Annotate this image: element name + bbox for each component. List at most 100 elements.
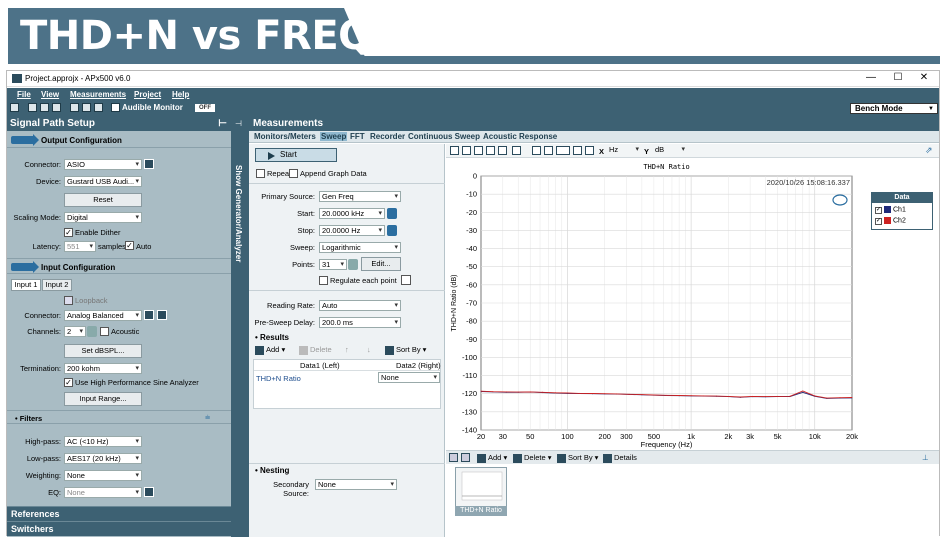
start-button[interactable]: Start — [255, 148, 337, 162]
menu-help[interactable]: Help — [172, 90, 189, 99]
termination-select[interactable]: 200 kohm — [64, 363, 142, 374]
graph-delete-button[interactable]: Delete ▾ — [513, 453, 552, 463]
input-connector-select[interactable]: Analog Balanced — [64, 310, 142, 321]
regulate-checkbox[interactable] — [319, 276, 328, 285]
tab-acoustic-response[interactable]: Acoustic Response — [482, 132, 558, 141]
weighting-select[interactable]: None — [64, 470, 142, 481]
filters-header[interactable]: • Filters ⩧ — [7, 410, 231, 424]
regulate-settings-icon[interactable] — [401, 275, 411, 285]
new-project-icon[interactable] — [10, 103, 19, 112]
close-button[interactable]: ✕ — [913, 72, 935, 85]
primary-source-select[interactable]: Gen Freq — [319, 191, 401, 202]
graph-add-button[interactable]: Add ▾ — [477, 453, 507, 463]
move-up-icon[interactable]: ↑ — [345, 345, 349, 354]
latency-field[interactable]: 551 — [64, 241, 96, 252]
presweep-select[interactable]: 200.0 ms — [319, 317, 401, 328]
reading-rate-select[interactable]: Auto — [319, 300, 401, 311]
graph-zoom-icon[interactable] — [474, 146, 483, 155]
menu-project[interactable]: Project — [134, 90, 161, 99]
settings-icon[interactable] — [52, 103, 61, 112]
graph-sort-button[interactable]: Sort By ▾ — [557, 453, 598, 463]
tab-sweep[interactable]: Sweep — [320, 132, 348, 141]
loopback-checkbox[interactable] — [64, 296, 73, 305]
filter-icon[interactable]: ⩧ — [205, 412, 210, 423]
result-row-data2-select[interactable]: None — [378, 372, 440, 383]
graph-dropdown-icon[interactable] — [556, 146, 570, 155]
sequence-icon[interactable] — [94, 103, 103, 112]
points-field[interactable]: 31 — [319, 259, 347, 270]
tab-monitors-meters[interactable]: Monitors/Meters — [253, 132, 317, 141]
open-project-icon[interactable] — [28, 103, 37, 112]
start-freq-field[interactable]: 20.0000 kHz — [319, 208, 385, 219]
eq-settings-icon[interactable] — [144, 487, 154, 497]
repeat-checkbox[interactable] — [256, 169, 265, 178]
nav-prev-icon[interactable] — [461, 453, 470, 462]
maximize-button[interactable]: ☐ — [887, 72, 909, 85]
input-range-button[interactable]: Input Range... — [64, 392, 142, 406]
graph-thumbnail[interactable] — [455, 467, 507, 507]
edit-points-button[interactable]: Edit... — [361, 257, 401, 271]
graph-fit-icon[interactable] — [498, 146, 507, 155]
scaling-mode-select[interactable]: Digital — [64, 212, 142, 223]
eq-select[interactable]: None — [64, 487, 142, 498]
results-delete-button[interactable]: Delete — [299, 345, 332, 355]
graph-image-icon[interactable] — [573, 146, 582, 155]
input-settings-icon[interactable] — [144, 310, 154, 320]
graph-layout-icon[interactable] — [544, 146, 553, 155]
sweep-type-select[interactable]: Logarithmic — [319, 242, 401, 253]
tab-continuous-sweep[interactable]: Continuous Sweep — [407, 132, 481, 141]
tab-input-2[interactable]: Input 2 — [42, 279, 72, 291]
hp-sine-checkbox[interactable]: ✓ — [64, 378, 73, 387]
x-unit-select[interactable]: Hz — [607, 145, 641, 156]
channels-stepper[interactable] — [87, 326, 97, 337]
set-dbspl-button[interactable]: Set dBSPL... — [64, 344, 142, 358]
pin-icon[interactable]: ⊣ — [235, 119, 242, 128]
graph-cursor-icon[interactable] — [512, 146, 521, 155]
graph-table-icon[interactable] — [532, 146, 541, 155]
save-project-icon[interactable] — [40, 103, 49, 112]
enable-dither-checkbox[interactable]: ✓ — [64, 228, 73, 237]
reset-button[interactable]: Reset — [64, 193, 142, 207]
stop-freq-field[interactable]: 20.0000 Hz — [319, 225, 385, 236]
legend[interactable]: Data ✓ Ch1 ✓ Ch2 — [871, 192, 933, 230]
points-stepper[interactable] — [348, 259, 358, 270]
graph-icon[interactable] — [82, 103, 91, 112]
start-freq-stepper[interactable] — [387, 208, 397, 219]
results-add-button[interactable]: Add ▾ — [255, 345, 285, 355]
graph-details-button[interactable]: Details — [603, 453, 637, 463]
move-down-icon[interactable]: ↓ — [367, 345, 371, 354]
y-unit-select[interactable]: dB — [653, 145, 687, 156]
secondary-source-select[interactable]: None — [315, 479, 397, 490]
highpass-select[interactable]: AC (<10 Hz) — [64, 436, 142, 447]
graph-pin-icon[interactable]: ⊥ — [922, 453, 929, 462]
acoustic-checkbox[interactable] — [100, 327, 109, 336]
legend-item-ch2[interactable]: ✓ Ch2 — [875, 217, 906, 226]
graph-copy-icon[interactable] — [462, 146, 471, 155]
references-header[interactable]: References — [7, 506, 231, 521]
output-config-header[interactable]: Output Configuration — [7, 132, 231, 148]
tab-fft[interactable]: FFT — [349, 132, 366, 141]
thd-plot[interactable]: 0 -10 -20 -30 -40 -50 -60 -70 -80 -90 -100 -110 -120… — [446, 158, 939, 450]
graph-pan-icon[interactable] — [486, 146, 495, 155]
stop-freq-stepper[interactable] — [387, 225, 397, 236]
result-row-name[interactable]: THD+N Ratio — [256, 374, 301, 383]
connector-settings-icon[interactable] — [144, 159, 154, 169]
report-icon[interactable] — [70, 103, 79, 112]
output-connector-select[interactable]: ASIO — [64, 159, 142, 170]
input-config-header[interactable]: Input Configuration — [7, 258, 231, 274]
plot-area[interactable]: 0 -10 -20 -30 -40 -50 -60 -70 -80 -90 -100 -110 -120… — [446, 158, 939, 450]
tab-recorder[interactable]: Recorder — [369, 132, 406, 141]
audible-monitor-toggle[interactable]: OFF — [195, 104, 215, 112]
lowpass-select[interactable]: AES17 (20 kHz) — [64, 453, 142, 464]
generator-analyzer-strip[interactable]: ⊣ Show Generator/Analyzer — [231, 115, 249, 537]
tab-input-1[interactable]: Input 1 — [11, 279, 41, 291]
results-sort-button[interactable]: Sort By ▾ — [385, 345, 426, 355]
menu-measurements[interactable]: Measurements — [70, 90, 126, 99]
append-graph-checkbox[interactable] — [289, 169, 298, 178]
expand-graph-icon[interactable]: ⇗ — [925, 145, 933, 156]
switchers-header[interactable]: Switchers — [7, 521, 231, 536]
legend-item-ch1[interactable]: ✓ Ch1 — [875, 206, 906, 215]
menu-view[interactable]: View — [41, 90, 59, 99]
menu-file[interactable]: File — [17, 90, 31, 99]
graph-props-icon[interactable] — [585, 146, 594, 155]
